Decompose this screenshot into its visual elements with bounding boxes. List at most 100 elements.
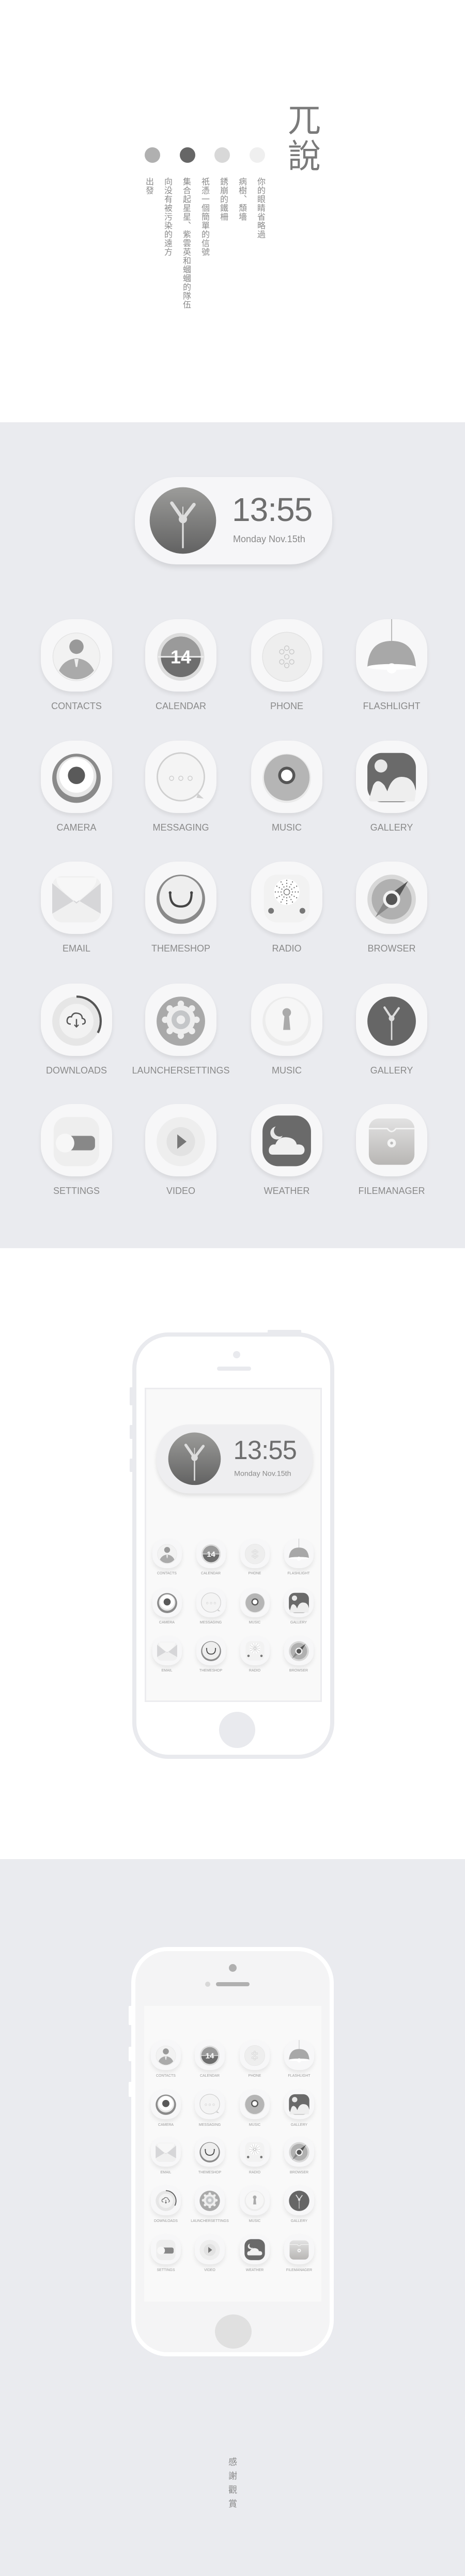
clock-time: 13:55 xyxy=(232,491,313,528)
app-icon-downloads[interactable] xyxy=(151,2185,181,2215)
app-icon-gallery[interactable] xyxy=(284,2089,314,2119)
app-icon-messaging[interactable] xyxy=(145,741,216,813)
app-icon-music[interactable] xyxy=(251,741,322,813)
app-icon-gallery[interactable] xyxy=(284,1588,314,1617)
app-label: THEMESHOP xyxy=(198,2171,222,2174)
svg-text:14: 14 xyxy=(206,2051,214,2060)
app-icon-video[interactable] xyxy=(145,1104,216,1176)
app-icon-gallery[interactable] xyxy=(284,2185,314,2215)
app-icon-launchersettings[interactable] xyxy=(145,984,216,1056)
poem-line: 向没有被污染的遠方 xyxy=(163,177,173,256)
app-icon-radio[interactable] xyxy=(251,862,322,934)
speaker-slot xyxy=(217,1367,251,1371)
app-icon-filemanager[interactable] xyxy=(284,2234,314,2264)
poem-line: 集合起星星、紫雲英和蟈蟈的隊伍 xyxy=(181,177,191,309)
app-icon-filemanager[interactable] xyxy=(356,1104,427,1176)
app-label: SETTINGS xyxy=(157,2268,175,2272)
app-icon-radio[interactable] xyxy=(240,1636,270,1665)
app-icon-contacts[interactable] xyxy=(41,619,112,692)
app-icon-phone[interactable] xyxy=(240,1539,270,1568)
poem: 你的眼睛省略過 病樹、頹墻 銹崩的鐵柵 祇憑一個簡單的信號 集合起星星、紫雲英和蟈蟈的隊… xyxy=(140,177,270,332)
app-icon-camera[interactable] xyxy=(151,2089,181,2119)
clock-widget-mini[interactable]: 13:55 Monday Nov.15th xyxy=(157,1424,313,1494)
poem-line: 祇憑一個簡單的信號 xyxy=(200,177,210,256)
app-icon-themeshop[interactable] xyxy=(145,862,216,934)
app-icon-calendar[interactable]: 14 xyxy=(145,619,216,692)
app-icon-messaging[interactable] xyxy=(196,1588,226,1617)
app-icon-music[interactable] xyxy=(240,2185,270,2215)
app-label: LAUNCHERSETTINGS xyxy=(132,1065,230,1076)
clock-face-icon xyxy=(148,486,218,556)
app-icon-camera[interactable] xyxy=(152,1588,182,1617)
home-button[interactable] xyxy=(219,1712,255,1748)
app-label: FLASHLIGHT xyxy=(287,1572,310,1575)
app-label: MESSAGING xyxy=(199,1621,222,1624)
app-icon-phone[interactable] xyxy=(251,619,322,692)
app-label: CAMERA xyxy=(158,2123,174,2127)
home-button[interactable] xyxy=(215,2314,252,2349)
app-icon-browser[interactable] xyxy=(284,1636,314,1665)
app-icon-phone[interactable] xyxy=(240,2040,270,2070)
app-label: BROWSER xyxy=(367,943,416,954)
app-label: MUSIC xyxy=(249,2123,261,2127)
app-label: CALENDAR xyxy=(155,701,207,711)
app-icon-music[interactable] xyxy=(251,984,322,1056)
app-icon-camera[interactable] xyxy=(41,741,112,813)
app-icon-calendar[interactable]: 14 xyxy=(196,1539,226,1568)
app-label: LAUNCHERSETTINGS xyxy=(191,2219,229,2223)
color-dot xyxy=(250,147,265,163)
clock-face-icon xyxy=(167,1431,222,1486)
app-icon-weather[interactable] xyxy=(240,2234,270,2264)
app-label: CONTACTS xyxy=(51,701,102,711)
app-label: FLASHLIGHT xyxy=(288,2074,311,2078)
app-icon-settings[interactable] xyxy=(151,2234,181,2264)
app-label: RADIO xyxy=(249,1669,261,1673)
app-icon-messaging[interactable] xyxy=(195,2089,225,2119)
poem-line: 病樹、頹墻 xyxy=(237,177,247,221)
color-dot xyxy=(180,147,195,163)
app-label: MUSIC xyxy=(249,2219,261,2223)
app-icon-gallery[interactable] xyxy=(356,984,427,1056)
app-icon-calendar[interactable]: 14 xyxy=(195,2040,225,2070)
app-icon-downloads[interactable] xyxy=(41,984,112,1056)
app-label: PHONE xyxy=(248,1572,261,1575)
app-label: SETTINGS xyxy=(53,1186,100,1196)
app-icon-weather[interactable] xyxy=(251,1104,322,1176)
app-icon-email[interactable] xyxy=(151,2137,181,2167)
app-label: GALLERY xyxy=(370,822,413,833)
app-label: EMAIL xyxy=(161,1669,173,1673)
app-icon-settings[interactable] xyxy=(41,1104,112,1176)
app-label: BROWSER xyxy=(289,2171,309,2174)
sensor-dot xyxy=(205,1982,210,1987)
clock-widget[interactable]: 13:55 Monday Nov.15th xyxy=(135,477,332,564)
app-icon-themeshop[interactable] xyxy=(195,2137,225,2167)
app-icon-music[interactable] xyxy=(240,2089,270,2119)
app-icon-email[interactable] xyxy=(41,862,112,934)
app-icon-browser[interactable] xyxy=(284,2137,314,2167)
app-icon-themeshop[interactable] xyxy=(196,1636,226,1665)
app-label: CONTACTS xyxy=(156,2074,176,2078)
app-label: DOWNLOADS xyxy=(154,2219,178,2223)
app-icon-email[interactable] xyxy=(152,1636,182,1665)
app-icon-flashlight[interactable] xyxy=(356,619,427,692)
app-label: CONTACTS xyxy=(157,1572,177,1575)
app-label: EMAIL xyxy=(62,943,91,954)
app-label: GALLERY xyxy=(370,1065,413,1076)
app-icon-browser[interactable] xyxy=(356,862,427,934)
app-icon-gallery[interactable] xyxy=(356,741,427,813)
app-icon-contacts[interactable] xyxy=(151,2040,181,2070)
app-icon-flashlight[interactable] xyxy=(284,2040,314,2070)
clock-date: Monday Nov.15th xyxy=(233,534,305,544)
app-label: VIDEO xyxy=(166,1186,195,1196)
app-icon-music[interactable] xyxy=(240,1588,270,1617)
camera-dot xyxy=(233,1351,240,1358)
app-icon-radio[interactable] xyxy=(240,2137,270,2167)
app-label: THEMESHOP xyxy=(151,943,210,954)
app-label: FLASHLIGHT xyxy=(363,701,421,711)
app-icon-contacts[interactable] xyxy=(152,1539,182,1568)
app-icon-flashlight[interactable] xyxy=(284,1539,314,1568)
color-dot xyxy=(145,147,160,163)
app-icon-video[interactable] xyxy=(195,2234,225,2264)
app-icon-launchersettings[interactable] xyxy=(195,2185,225,2215)
poem-line: 你的眼睛省略過 xyxy=(256,177,266,239)
